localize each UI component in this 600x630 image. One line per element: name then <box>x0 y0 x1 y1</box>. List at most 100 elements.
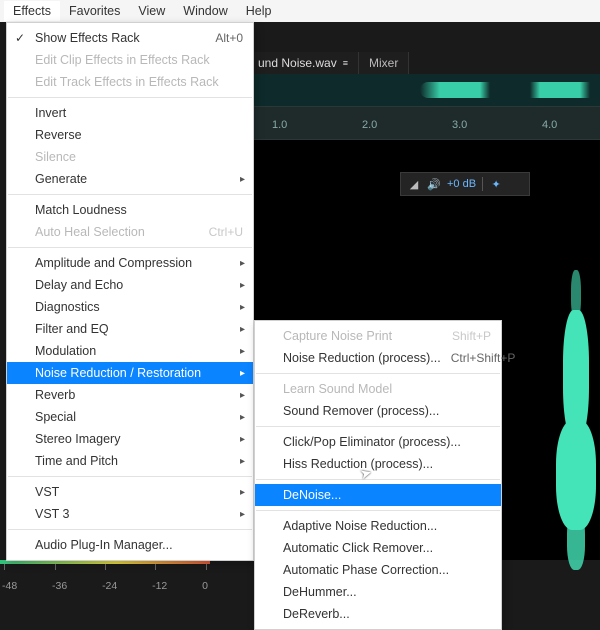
menuitem-label: VST 3 <box>35 507 243 521</box>
submenuitem-adaptive-nr[interactable]: Adaptive Noise Reduction... <box>255 515 501 537</box>
menuitem-label: Stereo Imagery <box>35 432 243 446</box>
menuitem-shortcut: Shift+P <box>452 329 491 343</box>
menuitem-label: VST <box>35 485 243 499</box>
tab-mixer[interactable]: Mixer <box>359 52 409 74</box>
menu-view[interactable]: View <box>129 1 174 21</box>
submenuitem-denoise[interactable]: DeNoise... <box>255 484 501 506</box>
menuitem-show-effects-rack[interactable]: ✓ Show Effects Rack Alt+0 <box>7 27 253 49</box>
menuitem-label: DeReverb... <box>283 607 491 621</box>
submenuitem-sound-remover[interactable]: Sound Remover (process)... <box>255 400 501 422</box>
menuitem-label: Automatic Click Remover... <box>283 541 491 555</box>
submenu-arrow-icon: ▸ <box>240 390 245 401</box>
pan-icon[interactable]: ◢ <box>407 177 421 191</box>
menuitem-silence: Silence <box>7 146 253 168</box>
menuitem-shortcut: Ctrl+Shift+P <box>451 351 516 365</box>
menuitem-label: Silence <box>35 150 243 164</box>
submenuitem-learn-sound-model: Learn Sound Model <box>255 378 501 400</box>
menuitem-filter-eq[interactable]: Filter and EQ▸ <box>7 318 253 340</box>
menu-window[interactable]: Window <box>174 1 236 21</box>
menuitem-amplitude[interactable]: Amplitude and Compression▸ <box>7 252 253 274</box>
menuitem-label: Noise Reduction (process)... <box>283 351 441 365</box>
menuitem-label: Time and Pitch <box>35 454 243 468</box>
level-meter[interactable]: -48 -36 -24 -12 0 <box>0 560 210 596</box>
menuitem-match-loudness[interactable]: Match Loudness <box>7 199 253 221</box>
menuitem-label: Amplitude and Compression <box>35 256 243 270</box>
menuitem-label: Reverse <box>35 128 243 142</box>
menu-favorites[interactable]: Favorites <box>60 1 129 21</box>
menuitem-shortcut: Ctrl+U <box>209 225 243 239</box>
menuitem-label: Noise Reduction / Restoration <box>35 366 243 380</box>
menuitem-delay-echo[interactable]: Delay and Echo▸ <box>7 274 253 296</box>
main-waveform <box>552 270 600 570</box>
hud-separator <box>482 177 483 191</box>
submenuitem-capture-noise-print: Capture Noise Print Shift+P <box>255 325 501 347</box>
hud-panel: ◢ 🔊 +0 dB ✦ <box>400 172 530 196</box>
menuitem-label: Filter and EQ <box>35 322 243 336</box>
menuitem-label: Generate <box>35 172 243 186</box>
submenu-arrow-icon: ▸ <box>240 302 245 313</box>
level-meter-labels: -48 -36 -24 -12 0 <box>0 580 210 592</box>
menu-help[interactable]: Help <box>237 1 281 21</box>
menubar: Effects Favorites View Window Help <box>0 0 600 22</box>
menuitem-generate[interactable]: Generate▸ <box>7 168 253 190</box>
menuitem-reverse[interactable]: Reverse <box>7 124 253 146</box>
menuitem-plugin-manager[interactable]: Audio Plug-In Manager... <box>7 534 253 556</box>
time-ruler[interactable]: 1.0 2.0 3.0 4.0 <box>252 106 600 140</box>
submenuitem-dehummer[interactable]: DeHummer... <box>255 581 501 603</box>
submenu-arrow-icon: ▸ <box>240 412 245 423</box>
menuitem-label: DeNoise... <box>283 488 491 502</box>
menuitem-label: Audio Plug-In Manager... <box>35 538 243 552</box>
menuitem-modulation[interactable]: Modulation▸ <box>7 340 253 362</box>
menuitem-shortcut: Alt+0 <box>215 31 243 45</box>
menuitem-noise-reduction[interactable]: Noise Reduction / Restoration▸ <box>7 362 253 384</box>
menu-separator <box>8 247 252 248</box>
menuitem-stereo-imagery[interactable]: Stereo Imagery▸ <box>7 428 253 450</box>
submenuitem-hiss-reduction[interactable]: Hiss Reduction (process)... <box>255 453 501 475</box>
fx-icon[interactable]: ✦ <box>489 177 503 191</box>
ruler-tick: 4.0 <box>542 119 557 131</box>
overview-wave-shape <box>420 82 600 98</box>
menuitem-auto-heal: Auto Heal SelectionCtrl+U <box>7 221 253 243</box>
menuitem-label: Capture Noise Print <box>283 329 442 343</box>
submenu-arrow-icon: ▸ <box>240 258 245 269</box>
menuitem-label: Modulation <box>35 344 243 358</box>
effects-dropdown: ✓ Show Effects Rack Alt+0 Edit Clip Effe… <box>6 22 254 561</box>
menuitem-invert[interactable]: Invert <box>7 102 253 124</box>
menu-effects[interactable]: Effects <box>4 1 60 21</box>
tab-file[interactable]: und Noise.wav ≡ <box>248 52 359 74</box>
submenu-arrow-icon: ▸ <box>240 346 245 357</box>
menuitem-vst[interactable]: VST▸ <box>7 481 253 503</box>
hud-gain-value[interactable]: +0 dB <box>447 178 476 190</box>
menu-separator <box>8 476 252 477</box>
menu-separator <box>256 510 500 511</box>
submenu-arrow-icon: ▸ <box>240 456 245 467</box>
submenu-arrow-icon: ▸ <box>240 434 245 445</box>
menuitem-time-pitch[interactable]: Time and Pitch▸ <box>7 450 253 472</box>
ruler-tick: 1.0 <box>272 119 287 131</box>
submenuitem-click-pop[interactable]: Click/Pop Eliminator (process)... <box>255 431 501 453</box>
menu-separator <box>256 426 500 427</box>
submenu-arrow-icon: ▸ <box>240 174 245 185</box>
menuitem-label: Learn Sound Model <box>283 382 491 396</box>
menuitem-label: Edit Track Effects in Effects Rack <box>35 75 243 89</box>
menuitem-label: Hiss Reduction (process)... <box>283 457 491 471</box>
tab-file-label: und Noise.wav <box>258 56 337 70</box>
tab-mixer-label: Mixer <box>369 56 398 70</box>
menuitem-vst3[interactable]: VST 3▸ <box>7 503 253 525</box>
submenuitem-dereverb[interactable]: DeReverb... <box>255 603 501 625</box>
volume-icon[interactable]: 🔊 <box>427 177 441 191</box>
menu-separator <box>256 373 500 374</box>
menuitem-special[interactable]: Special▸ <box>7 406 253 428</box>
level-meter-ticks <box>0 564 210 574</box>
submenuitem-auto-phase[interactable]: Automatic Phase Correction... <box>255 559 501 581</box>
submenuitem-auto-click-remover[interactable]: Automatic Click Remover... <box>255 537 501 559</box>
menuitem-label: Adaptive Noise Reduction... <box>283 519 491 533</box>
menuitem-label: Reverb <box>35 388 243 402</box>
document-tabs: und Noise.wav ≡ Mixer <box>248 52 409 74</box>
menuitem-label: Sound Remover (process)... <box>283 404 491 418</box>
menuitem-reverb[interactable]: Reverb▸ <box>7 384 253 406</box>
check-icon: ✓ <box>15 31 25 45</box>
submenuitem-noise-reduction-process[interactable]: Noise Reduction (process)...Ctrl+Shift+P <box>255 347 501 369</box>
menuitem-diagnostics[interactable]: Diagnostics▸ <box>7 296 253 318</box>
menuitem-label: Show Effects Rack <box>35 31 205 45</box>
